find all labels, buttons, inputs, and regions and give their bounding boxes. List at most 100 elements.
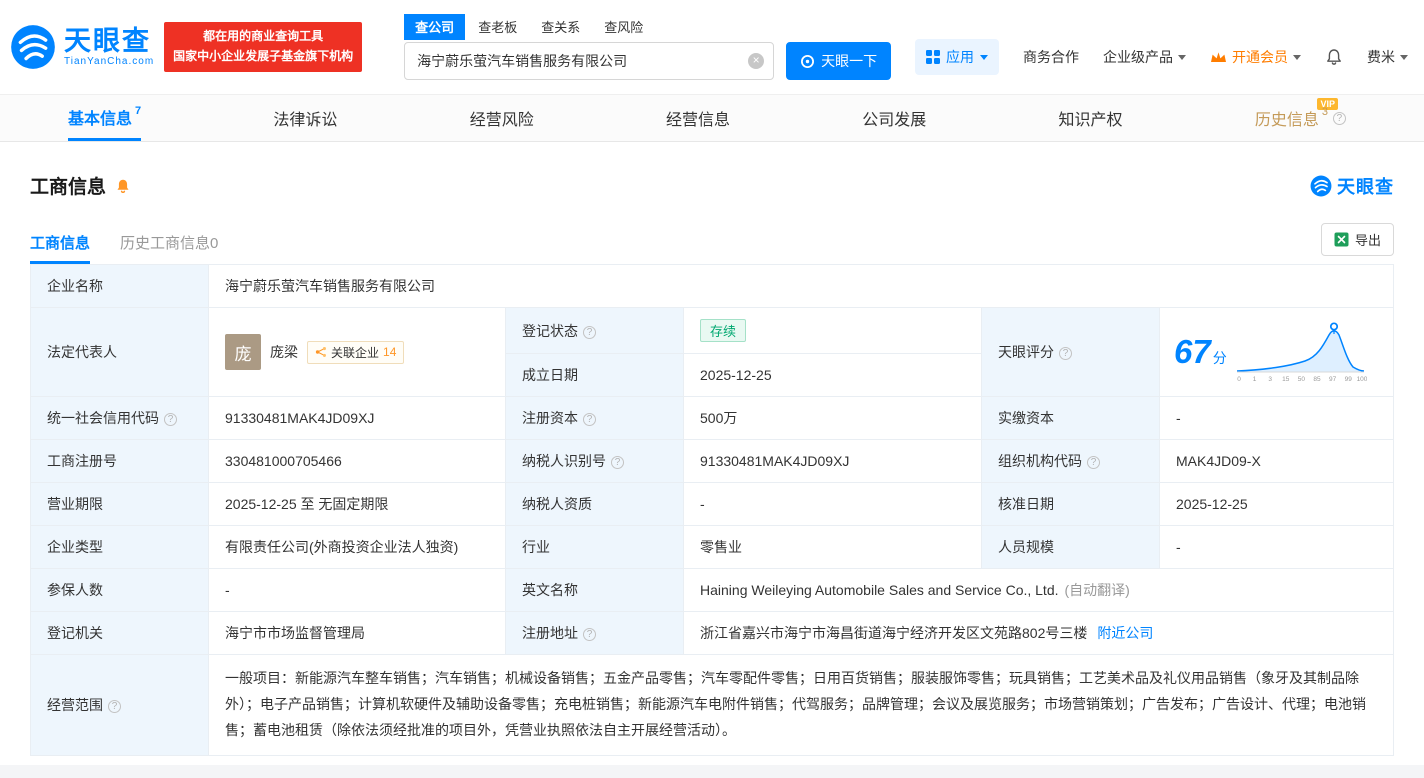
- nearby-companies-link[interactable]: 附近公司: [1097, 625, 1153, 641]
- crown-icon: [1211, 51, 1226, 62]
- tianyancha-logo[interactable]: 天眼查 TianYanCha.com: [10, 24, 154, 70]
- legal-rep-name-link[interactable]: 庞梁: [270, 342, 298, 362]
- subtab-history-count: 0: [210, 235, 219, 252]
- enterprise-products-menu[interactable]: 企业级产品: [1103, 47, 1186, 67]
- help-icon[interactable]: [583, 413, 596, 426]
- promo-badge: 都在用的商业查询工具 国家中小企业发展子基金旗下机构: [164, 22, 363, 72]
- tab-legal-litigation[interactable]: 法律诉讼: [273, 95, 337, 141]
- help-icon[interactable]: [583, 325, 596, 339]
- export-button[interactable]: 导出: [1320, 223, 1394, 256]
- subtab-business-registration[interactable]: 工商信息: [30, 232, 91, 264]
- search-tab-boss[interactable]: 查老板: [467, 14, 528, 40]
- tab-business-info-label: 经营信息: [665, 112, 730, 129]
- company-name-label: 企业名称: [30, 264, 209, 308]
- excel-icon: [1334, 232, 1349, 247]
- business-info-table: 企业名称 海宁蔚乐萤汽车销售服务有限公司 法定代表人 庞 庞梁 关联企业 14 …: [30, 264, 1394, 756]
- reg-authority-value: 海宁市市场监督管理局: [208, 611, 506, 655]
- table-row: 登记机关 海宁市市场监督管理局 注册地址 浙江省嘉兴市海宁市海昌街道海宁经济开发…: [30, 611, 1394, 655]
- legal-rep-label: 法定代表人: [30, 307, 209, 397]
- help-icon[interactable]: [1332, 111, 1346, 125]
- chevron-down-icon: [1178, 54, 1186, 60]
- tab-business-info[interactable]: 经营信息: [666, 95, 730, 141]
- bell-icon: [1327, 49, 1341, 65]
- chevron-down-icon: [980, 54, 988, 60]
- establish-date-label: 成立日期: [505, 353, 684, 397]
- table-row: 统一社会信用代码 91330481MAK4JD09XJ 注册资本 500万 实缴…: [30, 396, 1394, 440]
- help-icon[interactable]: [583, 628, 596, 641]
- business-scope-label: 经营范围: [30, 654, 209, 756]
- staff-size-label: 人员规模: [981, 525, 1160, 569]
- table-row: 企业名称 海宁蔚乐萤汽车销售服务有限公司: [30, 264, 1394, 308]
- svg-text:1: 1: [1253, 376, 1257, 383]
- help-icon[interactable]: [611, 456, 624, 469]
- search-tab-relation[interactable]: 查关系: [530, 14, 591, 40]
- watermark-text: 天眼查: [1337, 176, 1394, 197]
- svg-text:97: 97: [1329, 376, 1337, 383]
- table-row: 营业期限 2025-12-25 至 无固定期限 纳税人资质 - 核准日期 202…: [30, 482, 1394, 526]
- search-tab-risk[interactable]: 查风险: [593, 14, 654, 40]
- org-code-label: 组织机构代码: [981, 439, 1160, 483]
- business-term-value: 2025-12-25 至 无固定期限: [208, 482, 506, 526]
- reg-status-label: 登记状态: [505, 307, 684, 354]
- help-icon[interactable]: [164, 413, 177, 426]
- tab-basic-info[interactable]: 基本信息 7: [68, 95, 142, 141]
- status-badge: 存续: [700, 319, 747, 342]
- svg-text:3: 3: [1268, 376, 1272, 383]
- taxpayer-id-label: 纳税人识别号: [505, 439, 684, 483]
- user-menu[interactable]: 费米: [1367, 47, 1408, 67]
- monitor-bell-button[interactable]: [115, 178, 131, 194]
- help-icon[interactable]: [108, 699, 121, 713]
- business-scope-value: 一般项目：新能源汽车整车销售；汽车销售；机械设备销售；五金产品零售；汽车零配件零…: [208, 654, 1394, 756]
- tianyancha-watermark: 天眼查: [1310, 173, 1394, 199]
- svg-text:50: 50: [1298, 376, 1306, 383]
- tab-operation-risk-label: 经营风险: [469, 112, 534, 129]
- enterprise-products-label: 企业级产品: [1103, 49, 1173, 65]
- bell-icon: [117, 179, 129, 193]
- eye-icon: [801, 54, 815, 68]
- subtab-history-registration[interactable]: 历史工商信息0: [120, 232, 218, 264]
- search-input[interactable]: [404, 42, 775, 80]
- company-type-value: 有限责任公司(外商投资企业法人独资): [208, 525, 506, 569]
- insured-count-value: -: [208, 568, 506, 612]
- main-content: 工商信息 天眼查 工商信息 历史工商信息0 导出 企业名称 海宁蔚乐萤汽车销售服…: [0, 172, 1424, 756]
- help-icon[interactable]: [1087, 456, 1100, 469]
- tyc-score-unit: 分: [1212, 350, 1227, 366]
- svg-text:100: 100: [1356, 376, 1366, 383]
- apps-menu-label: 应用: [946, 49, 974, 65]
- tab-intellectual-property[interactable]: 知识产权: [1059, 95, 1123, 141]
- business-term-label: 营业期限: [30, 482, 209, 526]
- section-divider: [0, 764, 1424, 778]
- tyc-score-value: 67: [1174, 333, 1211, 370]
- tianyancha-logo-icon: [1310, 175, 1332, 196]
- taxpayer-qualification-label: 纳税人资质: [505, 482, 684, 526]
- credit-code-label: 统一社会信用代码: [30, 396, 209, 440]
- business-cooperation-link[interactable]: 商务合作: [1023, 47, 1079, 67]
- search-button[interactable]: 天眼一下: [786, 42, 892, 80]
- legal-rep-avatar[interactable]: 庞: [225, 334, 261, 370]
- tab-operation-risk[interactable]: 经营风险: [470, 95, 534, 141]
- header-right-nav: 应用 商务合作 企业级产品 开通会员 费米: [915, 19, 1408, 75]
- svg-text:0: 0: [1237, 376, 1241, 383]
- tianyancha-logo-icon: [11, 25, 55, 69]
- taxpayer-id-value: 91330481MAK4JD09XJ: [683, 439, 982, 483]
- reg-address-label: 注册地址: [505, 611, 684, 655]
- apps-menu[interactable]: 应用: [915, 39, 999, 75]
- table-row: 法定代表人 庞 庞梁 关联企业 14 登记状态? 存续 天眼评分? 67 分 0…: [30, 307, 1394, 397]
- tab-company-development[interactable]: 公司发展: [862, 95, 926, 141]
- paid-capital-value: -: [1159, 396, 1394, 440]
- org-code-value: MAK4JD09-X: [1159, 439, 1394, 483]
- search-area: 查公司 查老板 查关系 查风险 天眼一下: [404, 14, 892, 80]
- related-companies-badge[interactable]: 关联企业 14: [307, 340, 405, 364]
- industry-label: 行业: [505, 525, 684, 569]
- open-vip-label: 开通会员: [1232, 49, 1288, 65]
- tab-history-info[interactable]: VIP 历史信息 3: [1255, 95, 1346, 141]
- search-tab-company[interactable]: 查公司: [404, 14, 466, 40]
- company-type-label: 企业类型: [30, 525, 209, 569]
- tab-history-info-count: 3: [1321, 106, 1328, 118]
- reg-authority-label: 登记机关: [30, 611, 209, 655]
- notifications-button[interactable]: [1325, 48, 1343, 66]
- tab-basic-info-label: 基本信息: [68, 110, 133, 128]
- open-vip-menu[interactable]: 开通会员: [1210, 47, 1301, 67]
- help-icon[interactable]: [1059, 347, 1072, 360]
- reg-status-value: 存续: [683, 307, 982, 354]
